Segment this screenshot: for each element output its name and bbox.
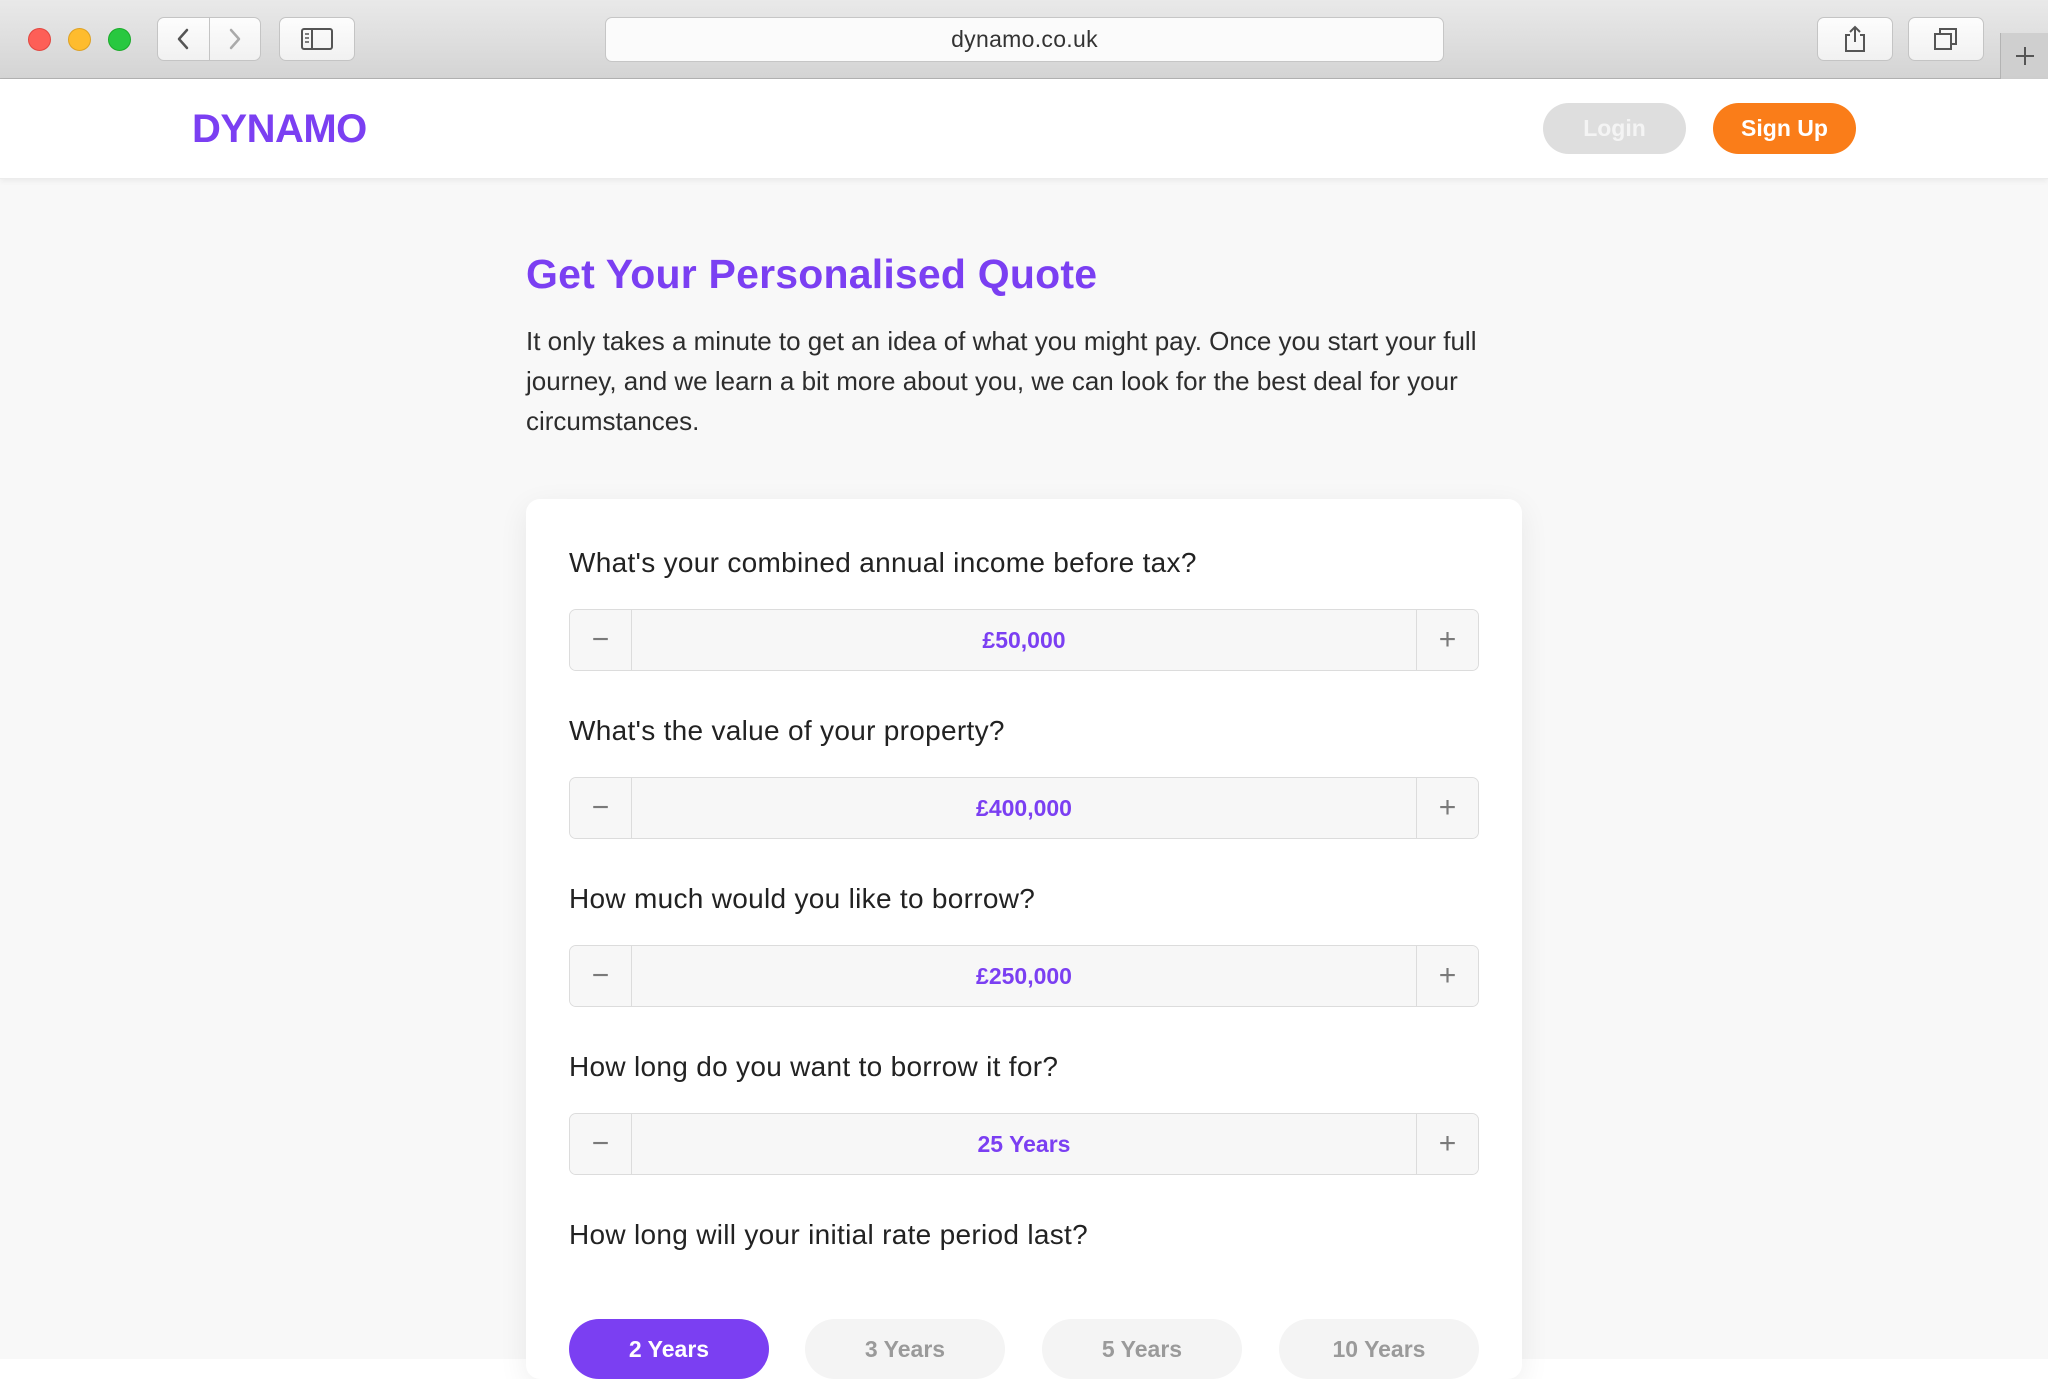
back-button[interactable] — [158, 18, 209, 60]
new-tab-button[interactable] — [2000, 33, 2048, 79]
browser-toolbar: dynamo.co.uk — [0, 0, 2048, 79]
plus-icon: + — [1438, 1127, 1457, 1160]
income-decrement-button[interactable]: − — [570, 610, 632, 670]
history-nav — [157, 17, 261, 61]
plus-icon: + — [1438, 959, 1457, 992]
term-question: How long do you want to borrow it for? — [569, 1051, 1059, 1082]
forward-icon — [229, 28, 240, 50]
forward-button[interactable] — [208, 18, 261, 60]
new-tab-icon — [2015, 47, 2034, 65]
rate-period-options: 2 Years 3 Years 5 Years 10 Years — [569, 1319, 1479, 1379]
login-button[interactable]: Login — [1543, 103, 1686, 154]
borrow-amount-question: How much would you like to borrow? — [569, 883, 1036, 914]
quote-form-card: What's your combined annual income befor… — [526, 499, 1522, 1379]
minus-icon: − — [591, 791, 610, 824]
property-increment-button[interactable]: + — [1416, 778, 1478, 838]
income-value[interactable]: £50,000 — [632, 610, 1416, 670]
plus-icon: + — [1438, 791, 1457, 824]
url-text: dynamo.co.uk — [951, 26, 1098, 52]
term-decrement-button[interactable]: − — [570, 1114, 632, 1174]
rate-period-question: How long will your initial rate period l… — [569, 1219, 1088, 1250]
minus-icon: − — [591, 1127, 610, 1160]
minus-icon: − — [591, 959, 610, 992]
zoom-window-button[interactable] — [108, 28, 131, 51]
borrow-amount-value[interactable]: £250,000 — [632, 946, 1416, 1006]
rate-period-option-10-years[interactable]: 10 Years — [1279, 1319, 1479, 1379]
share-icon — [1845, 25, 1865, 52]
term-increment-button[interactable]: + — [1416, 1114, 1478, 1174]
show-tabs-button[interactable] — [1908, 17, 1984, 61]
address-bar[interactable]: dynamo.co.uk — [605, 17, 1444, 62]
minimize-window-button[interactable] — [68, 28, 91, 51]
dynamo-logo[interactable]: DYNAMO — [192, 107, 367, 151]
property-value-question: What's the value of your property? — [569, 715, 1005, 746]
rate-period-option-5-years[interactable]: 5 Years — [1042, 1319, 1242, 1379]
income-question: What's your combined annual income befor… — [569, 547, 1197, 578]
close-window-button[interactable] — [28, 28, 51, 51]
sidebar-button[interactable] — [279, 17, 355, 61]
back-icon — [178, 28, 189, 50]
page-content: Get Your Personalised Quote It only take… — [0, 179, 2048, 1379]
term-value[interactable]: 25 Years — [632, 1114, 1416, 1174]
term-stepper: − 25 Years + — [569, 1113, 1479, 1175]
borrow-decrement-button[interactable]: − — [570, 946, 632, 1006]
income-stepper: − £50,000 + — [569, 609, 1479, 671]
income-increment-button[interactable]: + — [1416, 610, 1478, 670]
rate-period-option-2-years[interactable]: 2 Years — [569, 1319, 769, 1379]
borrow-amount-stepper: − £250,000 + — [569, 945, 1479, 1007]
borrow-increment-button[interactable]: + — [1416, 946, 1478, 1006]
property-value-stepper: − £400,000 + — [569, 777, 1479, 839]
property-decrement-button[interactable]: − — [570, 778, 632, 838]
minus-icon: − — [591, 623, 610, 656]
page-title: Get Your Personalised Quote — [526, 251, 1098, 297]
share-button[interactable] — [1817, 17, 1893, 61]
rate-period-option-3-years[interactable]: 3 Years — [805, 1319, 1005, 1379]
tabs-icon — [1934, 28, 1957, 50]
intro-text: It only takes a minute to get an idea of… — [526, 326, 1477, 436]
property-value[interactable]: £400,000 — [632, 778, 1416, 838]
sidebar-icon — [301, 28, 333, 50]
site-header: DYNAMO Login Sign Up — [0, 79, 2048, 179]
signup-button[interactable]: Sign Up — [1713, 103, 1856, 154]
plus-icon: + — [1438, 623, 1457, 656]
